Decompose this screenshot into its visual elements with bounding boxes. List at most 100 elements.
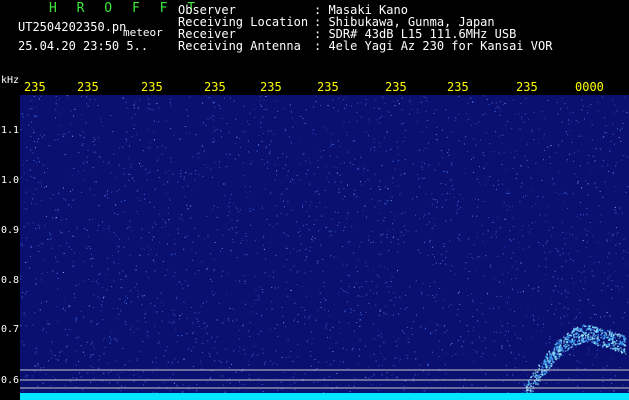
noise-speckle <box>401 123 403 125</box>
noise-speckle <box>158 241 160 243</box>
noise-speckle <box>236 257 238 259</box>
noise-speckle <box>551 235 553 237</box>
noise-speckle <box>220 250 222 252</box>
noise-speckle <box>360 319 361 321</box>
noise-speckle <box>270 192 272 194</box>
noise-speckle <box>389 286 391 288</box>
noise-speckle <box>241 237 243 239</box>
noise-speckle <box>359 348 361 350</box>
noise-speckle <box>371 280 373 282</box>
noise-speckle <box>473 244 475 246</box>
noise-speckle <box>299 235 301 237</box>
noise-speckle <box>308 215 310 217</box>
trail-point <box>586 328 588 330</box>
noise-speckle <box>317 262 319 264</box>
trail-point <box>577 334 580 337</box>
noise-speckle <box>396 377 398 379</box>
noise-speckle <box>247 140 249 142</box>
noise-speckle <box>611 382 613 384</box>
noise-speckle <box>543 118 545 120</box>
trail-point <box>555 343 558 346</box>
noise-speckle <box>21 113 23 115</box>
noise-speckle <box>574 318 576 320</box>
noise-speckle <box>47 272 49 273</box>
noise-speckle <box>498 306 500 308</box>
noise-speckle <box>561 293 563 295</box>
noise-speckle <box>594 183 596 185</box>
noise-speckle <box>569 233 571 235</box>
noise-speckle <box>602 96 603 98</box>
noise-speckle <box>246 254 248 256</box>
noise-speckle <box>615 244 617 246</box>
trail-point <box>586 341 589 343</box>
noise-speckle <box>307 169 309 171</box>
noise-speckle <box>171 309 173 311</box>
noise-speckle <box>490 264 492 266</box>
noise-speckle <box>526 375 528 377</box>
noise-speckle <box>42 164 44 166</box>
noise-speckle <box>475 144 477 146</box>
noise-speckle <box>489 143 491 145</box>
noise-speckle <box>34 312 36 314</box>
noise-speckle <box>98 359 100 361</box>
noise-speckle <box>353 331 355 333</box>
noise-speckle <box>244 130 246 132</box>
noise-speckle <box>571 141 573 143</box>
noise-speckle <box>166 243 168 245</box>
noise-speckle <box>588 350 590 352</box>
noise-speckle <box>83 261 84 262</box>
noise-speckle <box>69 305 71 307</box>
noise-speckle <box>158 332 160 334</box>
noise-speckle <box>509 193 510 194</box>
noise-speckle <box>94 144 96 146</box>
trail-point <box>532 374 535 377</box>
noise-speckle <box>567 134 569 136</box>
noise-speckle <box>426 126 428 128</box>
noise-speckle <box>90 248 92 250</box>
noise-speckle <box>150 249 152 251</box>
noise-speckle <box>94 139 96 141</box>
noise-speckle <box>435 301 437 303</box>
noise-speckle <box>125 275 127 277</box>
noise-speckle <box>421 294 423 295</box>
noise-speckle <box>123 302 125 304</box>
trail-point <box>560 338 562 341</box>
trail-point <box>530 391 532 393</box>
noise-speckle <box>117 245 119 247</box>
noise-speckle <box>93 194 95 196</box>
noise-speckle <box>265 258 266 260</box>
trail-point <box>588 339 590 341</box>
noise-speckle <box>165 350 167 352</box>
noise-speckle <box>611 234 613 236</box>
noise-speckle <box>271 308 273 310</box>
noise-speckle <box>428 213 430 215</box>
noise-speckle <box>30 245 32 247</box>
noise-speckle <box>557 250 559 252</box>
noise-speckle <box>40 181 42 183</box>
noise-speckle <box>155 223 157 225</box>
noise-speckle <box>616 227 617 229</box>
noise-speckle <box>385 203 387 205</box>
noise-speckle <box>183 178 185 180</box>
noise-speckle <box>198 270 200 271</box>
noise-speckle <box>329 376 331 377</box>
noise-speckle <box>552 227 554 229</box>
noise-speckle <box>459 320 461 322</box>
noise-speckle <box>220 107 221 109</box>
noise-speckle <box>25 376 27 378</box>
noise-speckle <box>45 185 47 187</box>
noise-speckle <box>575 237 577 239</box>
noise-speckle <box>460 336 462 338</box>
noise-speckle <box>98 205 100 207</box>
time-tick: 235 <box>24 80 46 94</box>
noise-speckle <box>297 344 299 346</box>
noise-speckle <box>579 299 581 301</box>
noise-speckle <box>232 239 234 241</box>
noise-speckle <box>272 276 274 278</box>
noise-speckle <box>609 315 611 317</box>
noise-speckle <box>360 102 362 104</box>
noise-speckle <box>118 189 120 191</box>
noise-speckle <box>135 265 137 267</box>
noise-speckle <box>392 365 394 367</box>
noise-speckle <box>57 139 59 141</box>
